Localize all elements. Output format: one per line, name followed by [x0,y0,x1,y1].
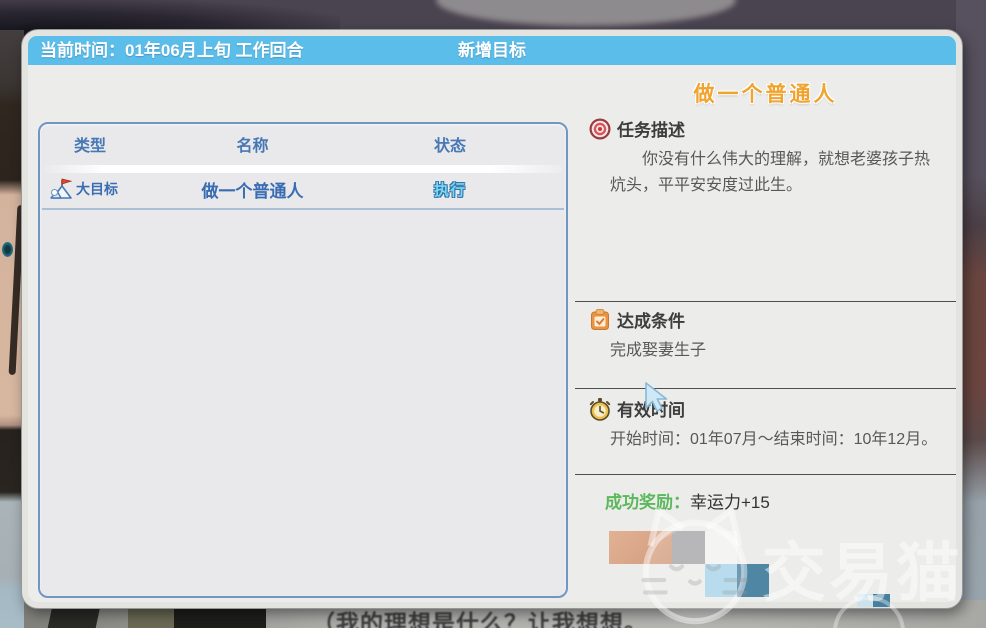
section-achieve-condition: 达成条件 完成娶妻生子 [588,307,942,364]
table-header-divider [44,165,562,173]
section-heading: 达成条件 [588,307,942,332]
goal-status-badge: 执行 [365,179,535,200]
goal-detail-title: 做一个普通人 [575,78,956,108]
section-heading-label: 达成条件 [617,307,685,332]
cursor-arrow-icon [642,381,674,413]
section-task-description: 任务描述 你没有什么伟大的理解，就想老婆孩子热炕头，平平安安度过此生。 [588,116,942,199]
goal-type-cell: 大目标 [40,177,140,201]
column-header-name: 名称 [140,132,365,156]
column-header-status: 状态 [365,132,535,156]
section-divider [575,301,956,302]
current-time-label: 当前时间：01年06月上旬 工作回合 [40,36,304,65]
goal-table-header: 类型 名称 状态 [40,124,566,164]
ceiling-lamp-glow [436,0,736,26]
row-divider [42,208,564,210]
goal-name-cell: 做一个普通人 [140,177,365,202]
achieve-condition-text: 完成娶妻生子 [610,338,942,364]
stopwatch-icon [588,397,612,421]
section-divider [575,474,956,475]
column-header-type: 类型 [40,132,140,156]
section-heading: 任务描述 [588,116,942,141]
section-heading-label: 任务描述 [617,116,685,141]
goal-row[interactable]: 大目标 做一个普通人 执行 [40,173,566,205]
task-description-text: 你没有什么伟大的理解，就想老婆孩子热炕头，平平安安度过此生。 [610,147,942,199]
watermark-text: 交易猫 [762,522,963,614]
clipboard-check-icon [588,308,612,332]
character-portrait [0,30,24,628]
section-divider [575,388,956,389]
mountain-flag-icon [48,177,74,201]
goal-table: 类型 名称 状态 大目标 做一个普通人 执行 [38,122,568,598]
character-eye [2,242,13,257]
valid-time-text: 开始时间：01年07月～结束时间：10年12月。 [610,427,942,453]
dialog-title: 新增目标 [458,36,526,65]
background-shape [48,606,101,628]
game-screen: （我的理想是什么？让我想想。 当前时间：01年06月上旬 工作回合 新增目标 类… [0,0,986,628]
target-icon [588,117,612,141]
goal-type-label: 大目标 [76,179,118,199]
